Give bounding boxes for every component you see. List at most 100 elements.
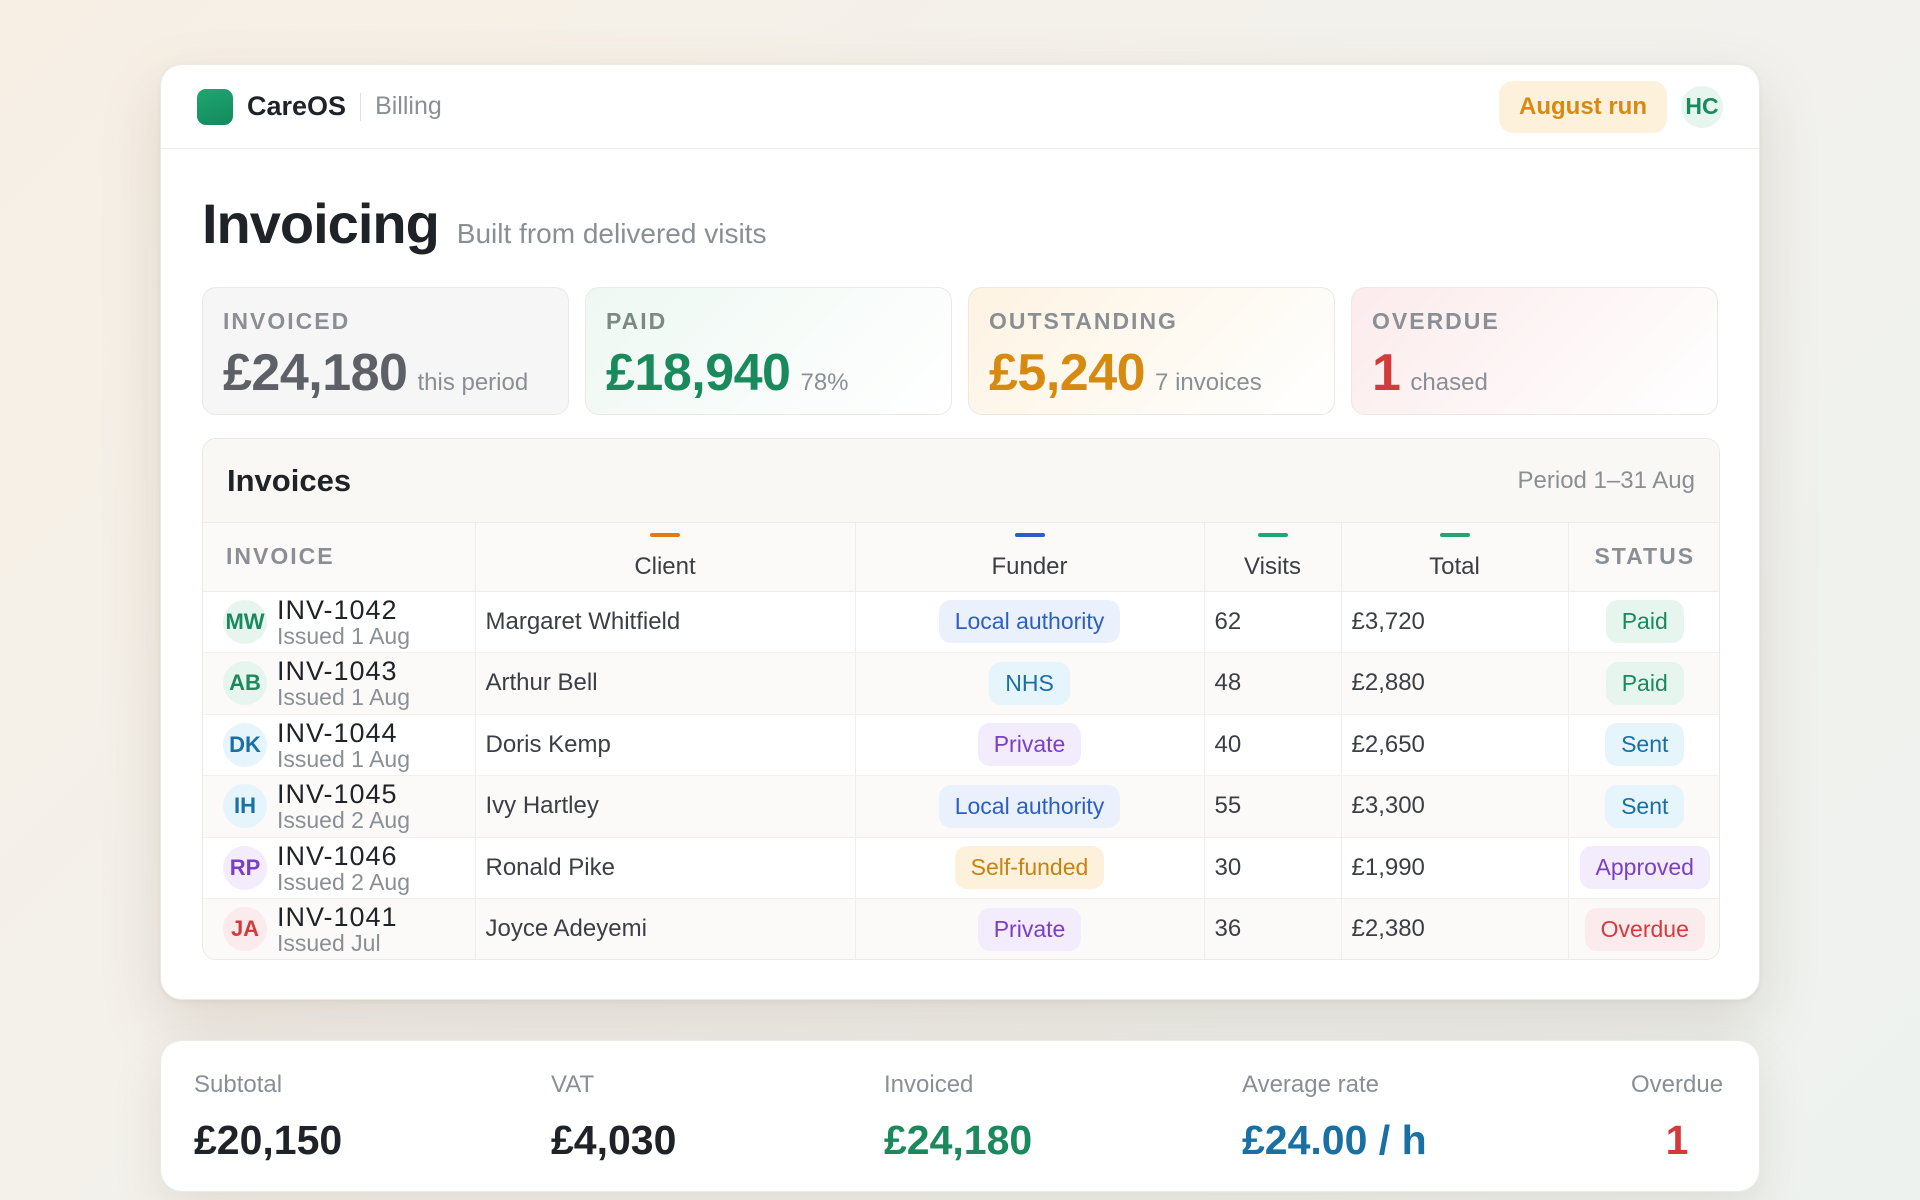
summary-overdue: Overdue 1 (1631, 1071, 1723, 1164)
summary-value: £4,030 (551, 1117, 677, 1163)
funder-badge: Local authority (938, 784, 1121, 828)
page-subtitle: Built from delivered visits (456, 218, 767, 249)
billing-run-button[interactable]: August run (1499, 80, 1667, 133)
status-badge: Overdue (1584, 907, 1705, 951)
divider (360, 92, 362, 121)
col-header-label: Funder (991, 552, 1068, 580)
column-marker (1014, 533, 1045, 537)
invoice-total: £2,880 (1341, 652, 1569, 715)
column-marker (1257, 533, 1288, 537)
visits-count: 30 (1204, 837, 1342, 899)
summary-value: £24.00 / h (1242, 1117, 1427, 1163)
status-badge: Sent (1605, 784, 1685, 828)
stat-paid[interactable]: PAID £18,940 78% (585, 287, 952, 415)
col-header-label: Client (634, 552, 696, 580)
funder-badge: NHS (989, 661, 1070, 705)
table-row[interactable]: IH INV-1045 Issued 2 Aug Ivy Hartley Local… (203, 775, 1719, 838)
issued-date: Issued 2 Aug (277, 807, 410, 834)
col-header-total[interactable]: Total (1341, 523, 1569, 592)
careos-logo[interactable] (197, 88, 233, 125)
summary-subtotal: Subtotal £20,150 (194, 1071, 342, 1164)
stat-label: PAID (606, 308, 668, 334)
col-header-label: Total (1429, 552, 1480, 580)
invoice-total: £3,300 (1341, 775, 1569, 838)
table-row[interactable]: MW INV-1042 Issued 1 Aug Margaret Whitfiel… (203, 591, 1719, 653)
funder-badge: Private (977, 907, 1082, 951)
invoices-table-card: Invoices Period 1–31 Aug INVOICE Client … (202, 438, 1720, 960)
invoice-total: £2,380 (1341, 898, 1569, 959)
summary-label: Overdue (1631, 1071, 1724, 1098)
client-name: Joyce Adeyemi (475, 898, 856, 959)
table-row[interactable]: AB INV-1043 Issued 1 Aug Arthur Bell NHS 4… (203, 652, 1719, 715)
column-marker (650, 533, 680, 537)
issued-date: Issued 1 Aug (277, 622, 410, 649)
stat-label: OVERDUE (1372, 308, 1500, 334)
summary-label: VAT (551, 1071, 595, 1098)
invoice-number[interactable]: INV-1041 (277, 903, 398, 932)
client-name: Ronald Pike (475, 837, 856, 899)
table-title: Invoices (227, 462, 352, 498)
summary-vat: VAT £4,030 (551, 1071, 676, 1164)
client-initials: MW (223, 599, 267, 644)
stat-note: 7 invoices (1155, 369, 1262, 396)
invoice-number[interactable]: INV-1045 (277, 780, 410, 809)
col-header-status[interactable]: STATUS (1568, 523, 1719, 592)
issued-date: Issued 1 Aug (277, 745, 410, 772)
client-initials: IH (223, 784, 267, 829)
invoice-number[interactable]: INV-1044 (277, 718, 410, 747)
invoice-total: £2,650 (1341, 714, 1569, 776)
visits-count: 48 (1204, 652, 1342, 715)
stat-invoiced[interactable]: INVOICED £24,180 this period (202, 287, 569, 415)
status-badge: Paid (1605, 661, 1684, 705)
col-header-funder[interactable]: Funder (855, 523, 1205, 592)
status-badge: Sent (1605, 723, 1685, 767)
client-name: Margaret Whitfield (475, 591, 856, 653)
table-row[interactable]: JA INV-1041 Issued Jul Joyce Adeyemi Priva… (203, 898, 1719, 959)
page-title: Invoicing (202, 192, 440, 255)
summary-value: £20,150 (194, 1117, 343, 1163)
issued-date: Issued 1 Aug (277, 684, 410, 711)
client-name: Doris Kemp (475, 714, 856, 776)
summary-invoiced: Invoiced £24,180 (884, 1071, 1032, 1164)
summary-label: Subtotal (194, 1071, 283, 1098)
col-header-visits[interactable]: Visits (1204, 523, 1342, 592)
summary-label: Invoiced (884, 1071, 974, 1098)
summary-value: £24,180 (884, 1117, 1033, 1163)
invoice-number[interactable]: INV-1046 (277, 841, 410, 870)
period-filter[interactable]: Period 1–31 Aug (1518, 467, 1695, 495)
client-initials: AB (223, 661, 267, 706)
col-header-label: Visits (1244, 552, 1301, 580)
col-header-client[interactable]: Client (475, 523, 856, 592)
section-name: Billing (375, 92, 442, 120)
visits-count: 40 (1204, 714, 1342, 776)
stat-outstanding[interactable]: OUTSTANDING £5,240 7 invoices (968, 287, 1335, 415)
top-bar: CareOS Billing August run HC (161, 65, 1759, 149)
client-initials: JA (223, 907, 267, 952)
table-header-bar: Invoices Period 1–31 Aug (203, 439, 1719, 523)
table-header-row: INVOICE Client Funder Visits Total STATU… (203, 523, 1719, 592)
client-name: Ivy Hartley (475, 775, 856, 838)
invoice-number[interactable]: INV-1042 (277, 595, 410, 624)
funder-badge: Self-funded (954, 846, 1105, 890)
table-row[interactable]: RP INV-1046 Issued 2 Aug Ronald Pike Self-… (203, 837, 1719, 899)
table-row[interactable]: DK INV-1044 Issued 1 Aug Doris Kemp Privat… (203, 714, 1719, 776)
invoice-number[interactable]: INV-1043 (277, 657, 410, 686)
stat-note: this period (417, 369, 529, 396)
visits-count: 62 (1204, 591, 1342, 653)
col-header-invoice[interactable]: INVOICE (203, 523, 476, 592)
user-avatar[interactable]: HC (1681, 85, 1723, 128)
column-marker (1439, 533, 1470, 537)
stat-value: £18,940 (606, 344, 791, 402)
summary-label: Average rate (1242, 1071, 1379, 1098)
stat-value: £5,240 (989, 344, 1146, 402)
issued-date: Issued 2 Aug (277, 868, 410, 895)
brand-name: CareOS (247, 91, 347, 121)
funder-badge: Private (977, 723, 1082, 767)
invoicing-card: CareOS Billing August run HC Invoicing B… (160, 64, 1760, 1000)
stat-label: INVOICED (223, 308, 351, 334)
client-name: Arthur Bell (475, 652, 856, 715)
invoices-table: INVOICE Client Funder Visits Total STATU… (203, 523, 1719, 959)
status-badge: Approved (1579, 846, 1710, 890)
page-heading: Invoicing Built from delivered visits (202, 191, 766, 256)
stat-overdue[interactable]: OVERDUE 1 chased (1351, 287, 1718, 415)
